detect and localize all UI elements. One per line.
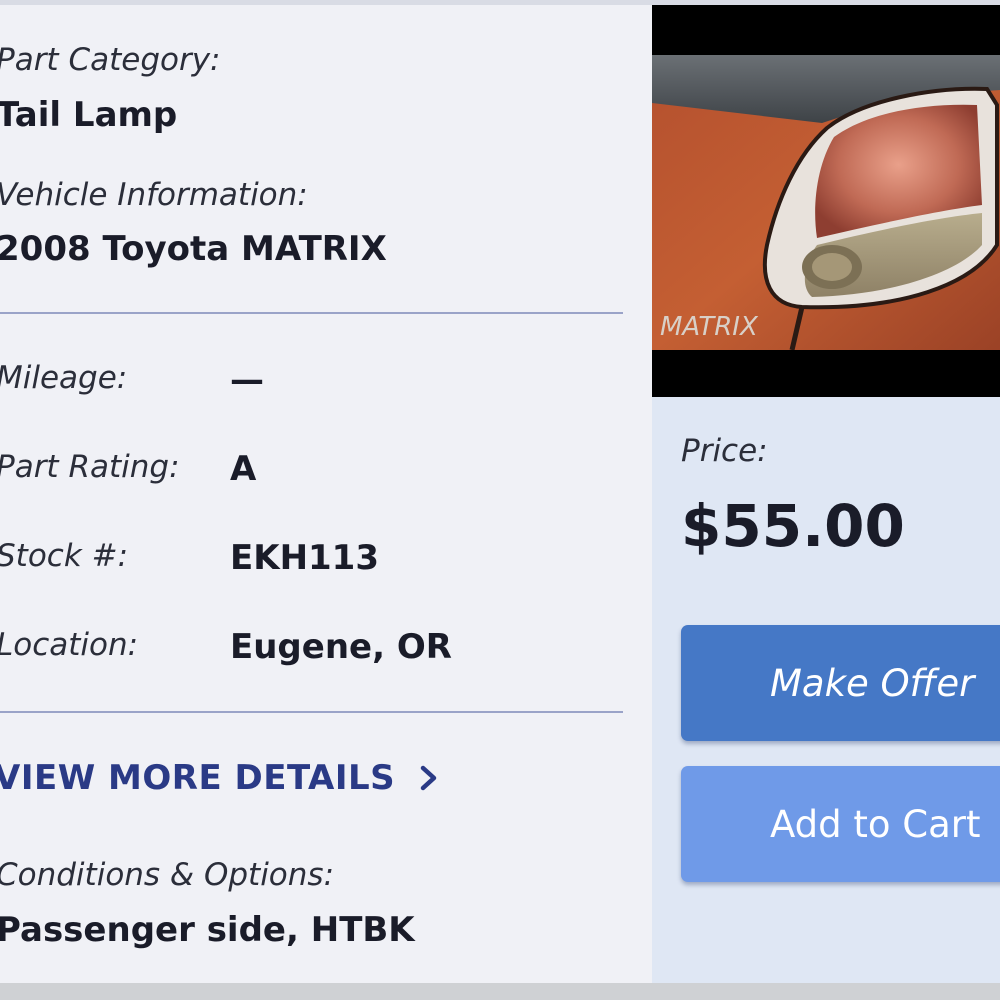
- part-photo[interactable]: MATRIX: [652, 5, 1000, 397]
- make-offer-button[interactable]: Make Offer: [681, 625, 1000, 741]
- vehicle-info-value: 2008 Toyota MATRIX: [0, 229, 387, 269]
- purchase-panel: MATRIX Price: $55.00 Make Offer Add to C…: [652, 5, 1000, 983]
- vehicle-info-label: Vehicle Information:: [0, 177, 308, 213]
- part-rating-label: Part Rating:: [0, 449, 180, 485]
- stock-number-label: Stock #:: [0, 538, 129, 574]
- mileage-label: Mileage:: [0, 360, 128, 396]
- price-label: Price:: [681, 433, 768, 469]
- chevron-right-icon: [420, 765, 437, 791]
- mileage-value: —: [230, 360, 264, 400]
- view-more-details-link[interactable]: VIEW MORE DETAILS: [0, 758, 441, 798]
- add-to-cart-label: Add to Cart: [770, 802, 981, 846]
- part-category-value: Tail Lamp: [0, 95, 178, 135]
- tail-lamp-photo: MATRIX: [652, 5, 1000, 397]
- part-category-label: Part Category:: [0, 42, 221, 78]
- view-more-details-label: VIEW MORE DETAILS: [0, 758, 396, 798]
- add-to-cart-button[interactable]: Add to Cart: [681, 766, 1000, 882]
- location-label: Location:: [0, 627, 139, 663]
- part-rating-value: A: [230, 449, 257, 489]
- conditions-label: Conditions & Options:: [0, 857, 335, 893]
- price-value: $55.00: [681, 492, 905, 560]
- location-value: Eugene, OR: [230, 627, 452, 667]
- divider: [0, 312, 623, 314]
- divider: [0, 711, 623, 713]
- stock-number-value: EKH113: [230, 538, 379, 578]
- part-info-panel: Part Category: Tail Lamp Vehicle Informa…: [0, 5, 652, 983]
- photo-badge-text: MATRIX: [660, 312, 759, 342]
- bottom-bar: [0, 983, 1000, 1000]
- make-offer-label: Make Offer: [770, 661, 975, 705]
- conditions-value: Passenger side, HTBK: [0, 910, 415, 950]
